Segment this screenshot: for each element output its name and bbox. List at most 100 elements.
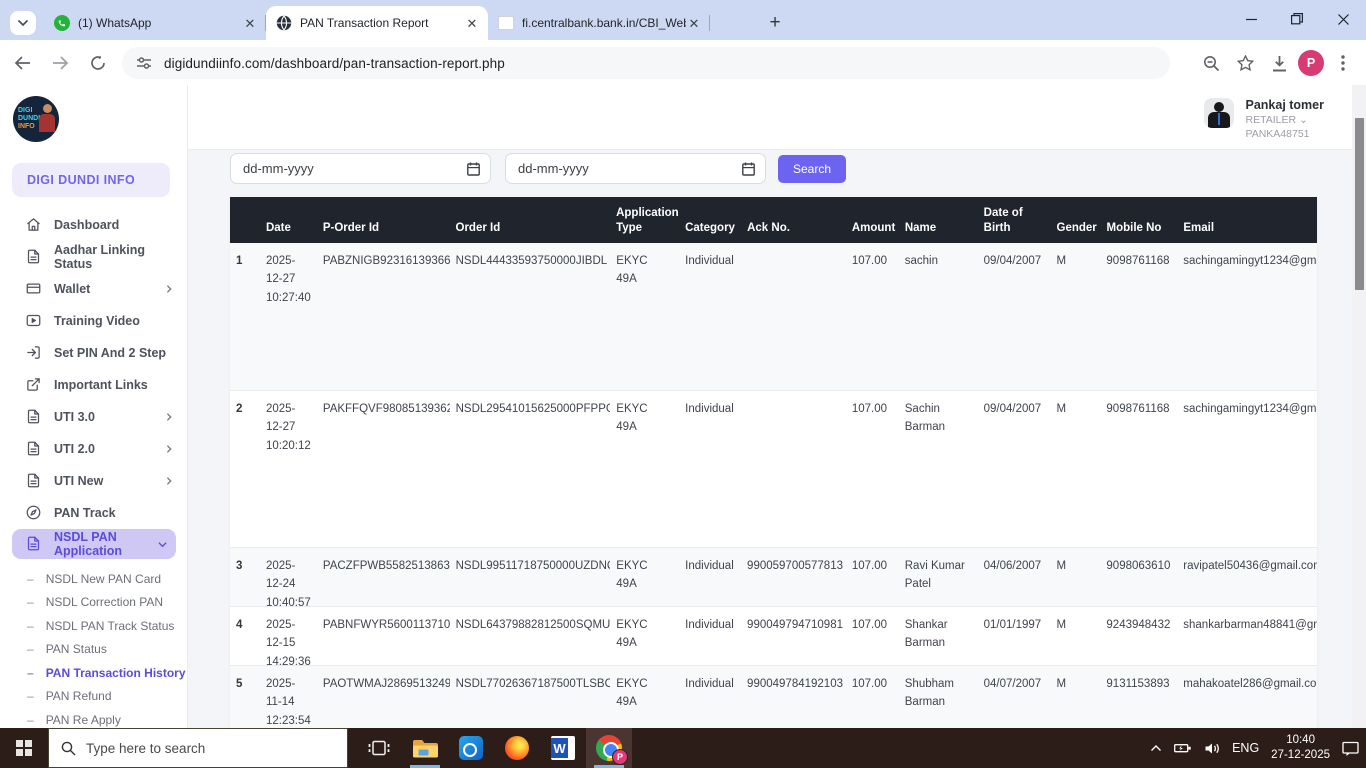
sidebar-item-label: NSDL PAN Application (54, 530, 157, 558)
login-icon (26, 345, 42, 361)
sidebar-subitem-nsdl-pan-track-status[interactable]: –NSDL PAN Track Status (0, 614, 188, 638)
sidebar-subitem-pan-re-apply[interactable]: –PAN Re Apply (0, 708, 188, 732)
cell-mobile: 9243948432 (1100, 616, 1177, 634)
cell-application_type: EKYC 49A (610, 675, 679, 712)
file-icon (26, 409, 42, 425)
page-scrollbar[interactable] (1352, 85, 1366, 728)
browser-menu-button[interactable] (1328, 48, 1358, 78)
globe-favicon-icon (276, 15, 292, 31)
sidebar-item-label: Dashboard (54, 218, 174, 232)
tab-close-button[interactable]: ✕ (464, 15, 480, 31)
url-bar[interactable]: digidundiinfo.com/dashboard/pan-transact… (122, 47, 1170, 79)
forward-button[interactable] (44, 47, 76, 79)
cell-num: 2 (230, 400, 260, 418)
notification-icon[interactable] (1342, 741, 1360, 756)
sidebar-item-set-pin-and-2-step[interactable]: Set PIN And 2 Step (0, 337, 188, 369)
column-header-email: Email (1177, 221, 1317, 236)
sidebar-item-uti-new[interactable]: UTI New (0, 465, 188, 497)
sidebar-subitem-label: PAN Transaction History (46, 666, 186, 680)
sidebar-item-label: Important Links (54, 378, 174, 392)
sidebar-subitem-label: PAN Status (46, 642, 107, 656)
taskbar-app-chrome[interactable]: P (586, 728, 632, 768)
browser-tab[interactable]: (1) WhatsApp✕ (44, 6, 266, 40)
sidebar-item-uti-3-0[interactable]: UTI 3.0 (0, 401, 188, 433)
close-button[interactable] (1320, 0, 1366, 38)
restore-button[interactable] (1274, 0, 1320, 38)
sidebar-subitem-label: PAN Refund (46, 689, 112, 703)
cell-gender: M (1050, 252, 1100, 270)
sidebar-item-aadhar-linking-status[interactable]: Aadhar Linking Status (0, 241, 188, 273)
cell-amount: 107.00 (846, 252, 899, 270)
sidebar-item-dashboard[interactable]: Dashboard (0, 209, 188, 241)
cell-application_type: EKYC 49A (610, 557, 679, 594)
outlook-icon (459, 736, 483, 760)
taskbar-app-file-explorer[interactable] (402, 728, 448, 768)
user-profile[interactable]: Pankaj tomer RETAILER ⌄ PANKA48751 (1204, 98, 1324, 140)
zoom-indicator-button[interactable] (1196, 48, 1226, 78)
sidebar-subitem-label: NSDL New PAN Card (46, 572, 161, 586)
sidebar-subitem-pan-refund[interactable]: –PAN Refund (0, 685, 188, 709)
minimize-button[interactable] (1228, 0, 1274, 38)
cell-dob: 04/07/2007 (978, 675, 1051, 693)
sidebar-item-important-links[interactable]: Important Links (0, 369, 188, 401)
cell-num: 1 (230, 252, 260, 270)
scrollbar-thumb[interactable] (1355, 118, 1364, 290)
forward-icon (52, 56, 69, 70)
file-icon (26, 249, 42, 265)
table-body: 12025-12-27 10:27:40PABZNIGB92316139366N… (230, 243, 1317, 766)
dash-icon: – (27, 595, 34, 609)
kebab-menu-icon (1341, 55, 1345, 71)
tray-language[interactable]: ENG (1232, 741, 1259, 755)
sidebar-subitem-pan-transaction-history[interactable]: –PAN Transaction History (0, 661, 188, 685)
video-icon (26, 313, 42, 329)
sidebar-subitem-pan-status[interactable]: –PAN Status (0, 638, 188, 662)
sidebar-item-nsdl-pan-application[interactable]: NSDL PAN Application (12, 529, 176, 559)
battery-icon[interactable] (1174, 742, 1192, 754)
cell-mobile: 9098761168 (1100, 400, 1177, 418)
tray-clock[interactable]: 10:4027-12-2025 (1271, 733, 1330, 763)
sidebar-item-training-video[interactable]: Training Video (0, 305, 188, 337)
start-button[interactable] (0, 728, 48, 768)
taskbar-search[interactable]: Type here to search (48, 728, 348, 768)
browser-tab[interactable]: PAN Transaction Report✕ (266, 6, 488, 40)
sidebar-subitem-nsdl-correction-pan[interactable]: –NSDL Correction PAN (0, 591, 188, 615)
chevron-down-icon (157, 539, 168, 550)
taskbar-app-firefox[interactable] (494, 728, 540, 768)
column-header-mobile: Mobile No (1101, 221, 1178, 236)
column-header-order_id: Order Id (450, 221, 611, 236)
browser-tab[interactable]: fi.centralbank.bank.in/CBI_WebA✕ (488, 6, 710, 40)
wallet-icon (26, 281, 42, 297)
back-button[interactable] (6, 47, 38, 79)
download-button[interactable] (1264, 48, 1294, 78)
date-to-input[interactable]: dd-mm-yyyy (505, 153, 766, 184)
sidebar-item-label: UTI 3.0 (54, 410, 164, 424)
cell-num: 3 (230, 557, 260, 575)
cell-p_order_id: PAOTWMAJ28695132491 (317, 675, 450, 693)
date-from-input[interactable]: dd-mm-yyyy (230, 153, 491, 184)
chevron-down-icon: ⌄ (1299, 114, 1308, 126)
zoom-icon (1203, 55, 1220, 72)
sidebar-item-wallet[interactable]: Wallet (0, 273, 188, 305)
sidebar: DIGIDUNDIINFO DIGI DUNDI INFO DashboardA… (0, 85, 188, 728)
windows-logo-icon (16, 740, 32, 756)
cell-num: 5 (230, 675, 260, 693)
tab-close-button[interactable]: ✕ (242, 15, 258, 31)
tab-close-button[interactable]: ✕ (686, 15, 702, 31)
browser-profile-avatar[interactable]: P (1298, 50, 1324, 76)
bookmark-button[interactable] (1230, 48, 1260, 78)
sidebar-item-pan-track[interactable]: PAN Track (0, 497, 188, 529)
tab-search-button[interactable] (10, 11, 36, 35)
reload-button[interactable] (82, 47, 114, 79)
dash-icon: – (27, 666, 34, 680)
taskbar-app-outlook[interactable] (448, 728, 494, 768)
sidebar-subitem-nsdl-new-pan-card[interactable]: –NSDL New PAN Card (0, 567, 188, 591)
sidebar-item-uti-2-0[interactable]: UTI 2.0 (0, 433, 188, 465)
file-icon (26, 473, 42, 489)
dash-icon: – (27, 713, 34, 727)
tray-expand-button[interactable] (1150, 744, 1162, 752)
volume-icon[interactable] (1204, 742, 1220, 755)
taskbar-app-word[interactable]: W (540, 728, 586, 768)
search-button[interactable]: Search (778, 155, 846, 183)
taskbar-app-task-view[interactable] (356, 728, 402, 768)
new-tab-button[interactable]: + (762, 10, 788, 36)
